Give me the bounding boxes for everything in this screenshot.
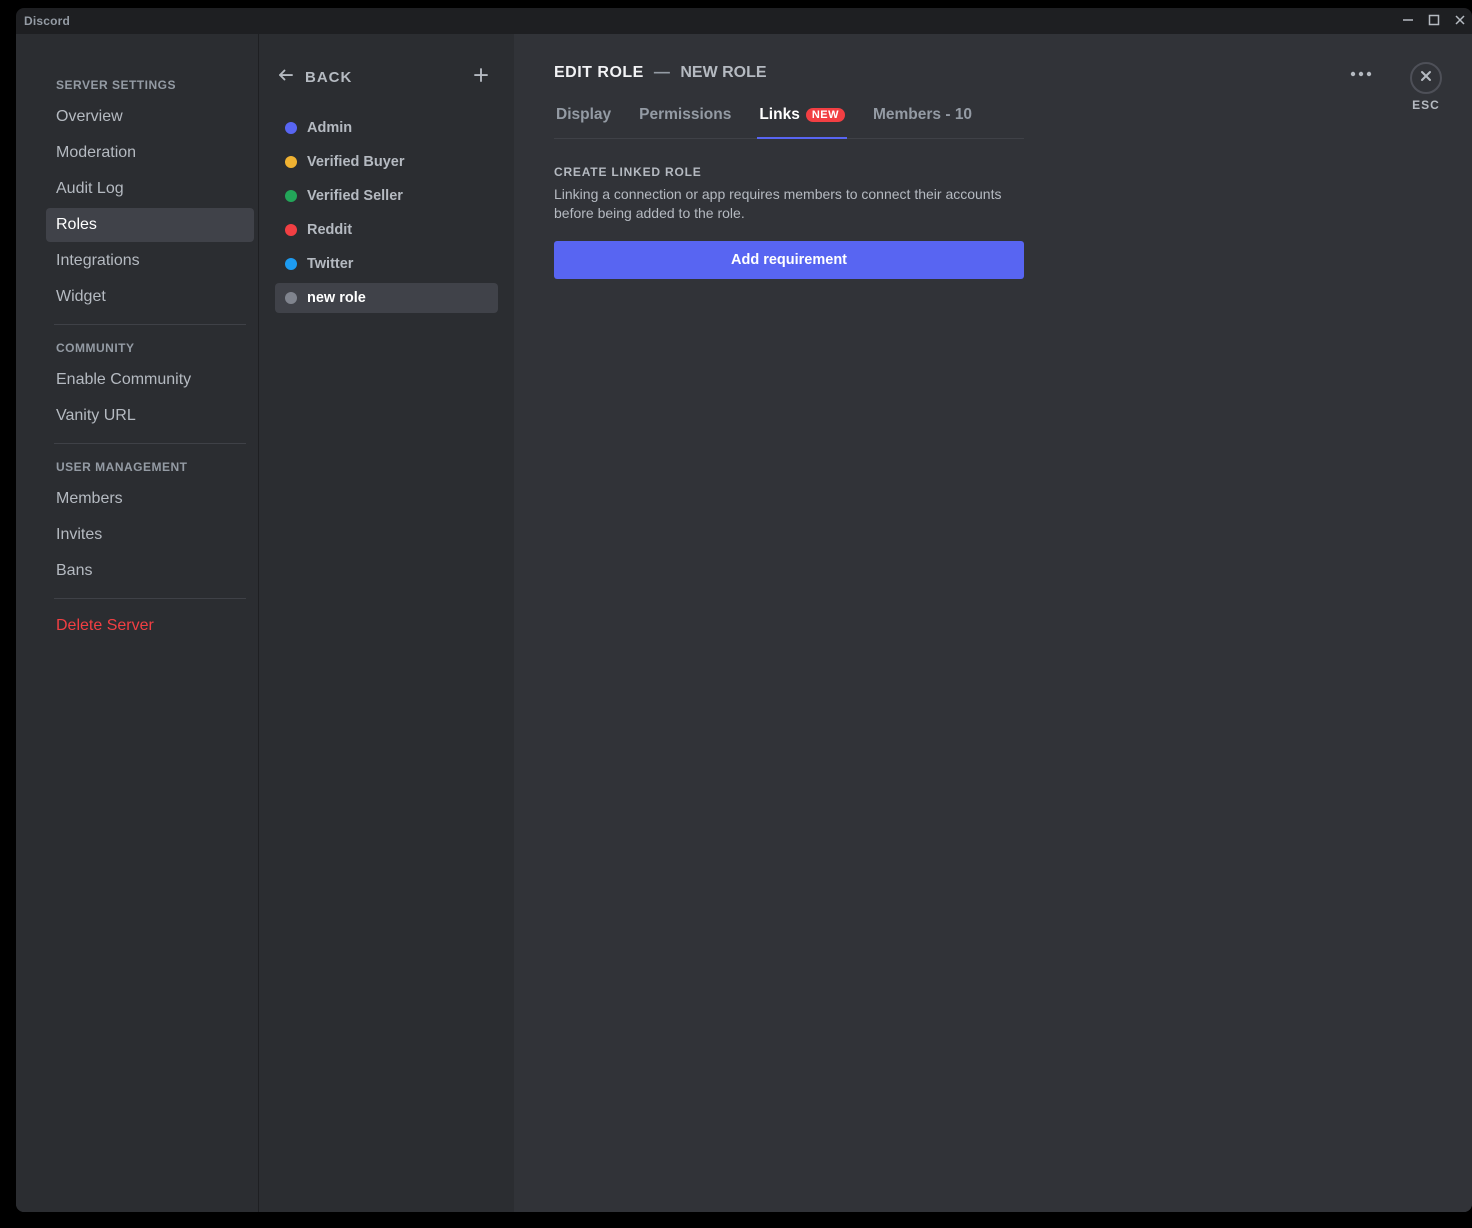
role-row[interactable]: new role: [275, 283, 498, 313]
nav-item-roles[interactable]: Roles: [46, 208, 254, 242]
tab-display[interactable]: Display: [554, 98, 613, 138]
editing-role-name: NEW ROLE: [680, 64, 766, 82]
minimize-icon[interactable]: [1402, 14, 1414, 29]
role-row[interactable]: Verified Seller: [275, 181, 498, 211]
role-name-label: Verified Buyer: [307, 154, 405, 170]
role-name-label: Reddit: [307, 222, 352, 238]
tab-members[interactable]: Members - 10: [871, 98, 974, 138]
nav-item-moderation[interactable]: Moderation: [46, 136, 254, 170]
nav-item-integrations[interactable]: Integrations: [46, 244, 254, 278]
nav-item-members[interactable]: Members: [46, 482, 254, 516]
close-icon[interactable]: [1454, 14, 1466, 29]
nav-item-vanity-url[interactable]: Vanity URL: [46, 399, 254, 433]
role-row[interactable]: Admin: [275, 113, 498, 143]
add-requirement-button[interactable]: Add requirement: [554, 241, 1024, 279]
back-button[interactable]: BACK: [277, 66, 352, 89]
esc-label: ESC: [1412, 98, 1440, 112]
nav-item-enable-community[interactable]: Enable Community: [46, 363, 254, 397]
close-x-icon: [1418, 68, 1434, 89]
linked-role-section-desc: Linking a connection or app requires mem…: [554, 185, 1024, 223]
role-color-dot: [285, 258, 297, 270]
nav-item-widget[interactable]: Widget: [46, 280, 254, 314]
role-color-dot: [285, 292, 297, 304]
role-name-label: Admin: [307, 120, 352, 136]
nav-item-bans[interactable]: Bans: [46, 554, 254, 588]
nav-item-invites[interactable]: Invites: [46, 518, 254, 552]
nav-section-community: COMMUNITY: [46, 335, 254, 361]
linked-role-section-title: CREATE LINKED ROLE: [554, 165, 1432, 179]
add-role-button[interactable]: [472, 66, 490, 89]
role-row[interactable]: Twitter: [275, 249, 498, 279]
page-title: EDIT ROLE: [554, 64, 644, 82]
back-label: BACK: [305, 69, 352, 86]
nav-section-server-settings: SERVER SETTINGS: [46, 72, 254, 98]
new-badge: NEW: [806, 108, 845, 122]
role-row[interactable]: Verified Buyer: [275, 147, 498, 177]
arrow-left-icon: [277, 66, 295, 89]
role-color-dot: [285, 156, 297, 168]
nav-item-delete-server[interactable]: Delete Server: [46, 609, 254, 643]
role-color-dot: [285, 122, 297, 134]
tab-links[interactable]: Links NEW: [757, 98, 847, 138]
nav-item-audit-log[interactable]: Audit Log: [46, 172, 254, 206]
maximize-icon[interactable]: [1428, 14, 1440, 29]
role-color-dot: [285, 224, 297, 236]
tab-permissions[interactable]: Permissions: [637, 98, 733, 138]
nav-item-overview[interactable]: Overview: [46, 100, 254, 134]
role-name-label: new role: [307, 290, 366, 306]
nav-section-user-management: USER MANAGEMENT: [46, 454, 254, 480]
more-options-button[interactable]: [1350, 64, 1372, 82]
role-color-dot: [285, 190, 297, 202]
role-name-label: Verified Seller: [307, 188, 403, 204]
title-separator: —: [654, 64, 671, 82]
close-settings-button[interactable]: ESC: [1410, 62, 1442, 112]
role-row[interactable]: Reddit: [275, 215, 498, 245]
tab-links-label: Links: [759, 106, 799, 124]
role-name-label: Twitter: [307, 256, 353, 272]
app-title: Discord: [24, 14, 70, 28]
